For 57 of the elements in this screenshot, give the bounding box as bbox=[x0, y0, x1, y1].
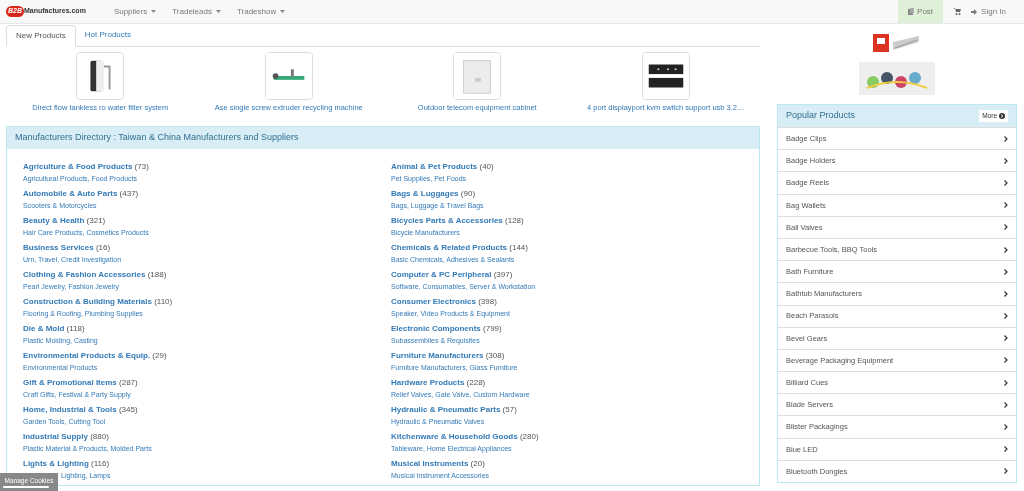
panel-title: Popular Products bbox=[786, 109, 856, 123]
category-link[interactable]: Chemicals & Related Products (144) bbox=[391, 242, 528, 254]
category-link[interactable]: Home, Industrial & Tools (345) bbox=[23, 404, 138, 416]
caret-icon bbox=[151, 10, 157, 13]
category-link[interactable]: Gift & Promotional Items (287) bbox=[23, 377, 138, 389]
chevron-right-icon bbox=[1004, 379, 1008, 386]
category-link[interactable]: Musical Instruments (20) bbox=[391, 458, 485, 470]
category-link[interactable]: Furniture Manufacturers (308) bbox=[391, 350, 505, 362]
category-link[interactable]: Agriculture & Food Products (73) bbox=[23, 161, 149, 173]
arrow-circle-icon bbox=[999, 113, 1005, 119]
chevron-right-icon bbox=[1004, 313, 1008, 320]
chevron-right-icon bbox=[1004, 224, 1008, 231]
chevron-right-icon bbox=[1004, 135, 1008, 142]
category-link[interactable]: Consumer Electronics (398) bbox=[391, 296, 497, 308]
category-link[interactable]: Hydraulic & Pneumatic Parts (57) bbox=[391, 404, 517, 416]
caret-icon bbox=[215, 10, 221, 13]
chevron-right-icon bbox=[1004, 246, 1008, 253]
post-button[interactable]: Post bbox=[898, 0, 944, 23]
chevron-right-icon bbox=[1004, 335, 1008, 342]
chevron-right-icon bbox=[1004, 468, 1008, 475]
chevron-right-icon bbox=[1004, 179, 1008, 186]
category-link[interactable]: Bags & Luggages (90) bbox=[391, 188, 476, 200]
category-link[interactable]: Environmental Products & Equip. (29) bbox=[23, 350, 167, 362]
category-link[interactable]: Animal & Pet Products (40) bbox=[391, 161, 494, 173]
chevron-right-icon bbox=[1004, 446, 1008, 453]
category-link[interactable]: Construction & Building Materials (110) bbox=[23, 296, 173, 308]
chevron-right-icon bbox=[1004, 401, 1008, 408]
category-link[interactable]: Business Services (16) bbox=[23, 242, 111, 254]
panel-title: Manufacturers Directory : Taiwan & China Manufacturers and Suppliers bbox=[15, 131, 299, 145]
category-link[interactable]: Clothing & Fashion Accessories (188) bbox=[23, 269, 167, 281]
category-link[interactable]: Computer & PC Peripheral (397) bbox=[391, 269, 513, 281]
chevron-right-icon bbox=[1004, 357, 1008, 364]
caret-icon bbox=[280, 10, 286, 13]
chevron-right-icon bbox=[1004, 202, 1008, 209]
chevron-right-icon bbox=[1004, 424, 1008, 431]
nav-menu[interactable]: Tradeleads bbox=[172, 5, 221, 18]
category-link[interactable]: Lights & Lighting (116) bbox=[23, 458, 110, 470]
tab[interactable]: Hot Products bbox=[75, 24, 141, 46]
cart-icon[interactable] bbox=[953, 8, 962, 15]
category-link[interactable]: Kitchenware & Household Goods (280) bbox=[391, 431, 539, 443]
category-link[interactable]: Bicycles Parts & Accessories (128) bbox=[391, 215, 524, 227]
chevron-right-icon bbox=[1004, 290, 1008, 297]
sign-in-icon bbox=[971, 8, 979, 15]
category-link[interactable]: Automobile & Auto Parts (437) bbox=[23, 188, 139, 200]
cookie-bar bbox=[3, 486, 49, 489]
tab[interactable]: New Products bbox=[6, 25, 76, 47]
chevron-right-icon bbox=[1004, 157, 1008, 164]
chevron-right-icon bbox=[1004, 268, 1008, 275]
category-link[interactable]: Industrial Supply (880) bbox=[23, 431, 109, 443]
category-link[interactable]: Hardware Products (228) bbox=[391, 377, 486, 389]
clipboard-icon bbox=[908, 8, 915, 15]
category-link[interactable]: Beauty & Health (321) bbox=[23, 215, 106, 227]
nav-menu[interactable]: Tradeshow bbox=[236, 5, 286, 18]
nav-menu[interactable]: Suppliers bbox=[113, 5, 157, 18]
category-link[interactable]: Electronic Components (799) bbox=[391, 323, 502, 335]
category-link[interactable]: Die & Mold (118) bbox=[23, 323, 85, 335]
sign-in-link[interactable]: Sign In bbox=[971, 5, 1006, 18]
